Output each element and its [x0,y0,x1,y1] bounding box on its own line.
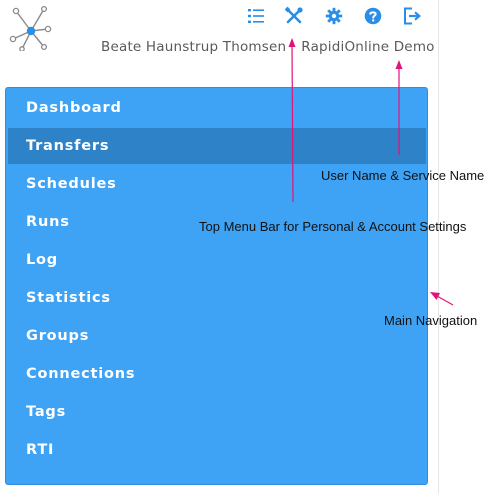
nav-item-transfers[interactable]: Transfers [8,128,426,164]
nav-item-dashboard[interactable]: Dashboard [8,90,426,126]
list-icon[interactable] [245,5,267,27]
main-nav-arrow [436,295,454,306]
app-logo-icon [9,5,52,51]
tools-icon[interactable] [283,5,305,27]
page-divider [438,0,439,494]
nav-item-log[interactable]: Log [8,242,426,278]
annotation-main-nav: Main Navigation [384,313,478,328]
logout-icon[interactable] [401,5,423,27]
user-name[interactable]: Beate Haunstrup Thomsen [101,39,286,55]
main-navigation: Dashboard Transfers Schedules Runs Log S… [5,87,428,485]
annotation-user-service: User Name & Service Name [321,168,485,183]
nav-item-connections[interactable]: Connections [8,356,426,392]
nav-item-statistics[interactable]: Statistics [8,280,426,316]
gear-icon[interactable] [323,5,345,27]
user-service-line: Beate Haunstrup Thomsen RapidiOnline Demo [101,39,435,55]
annotation-top-menu: Top Menu Bar for Personal & Account Sett… [199,219,467,234]
nav-item-rti[interactable]: RTI [8,432,426,468]
help-icon[interactable] [362,5,384,27]
nav-item-groups[interactable]: Groups [8,318,426,354]
service-name[interactable]: RapidiOnline Demo [301,39,434,55]
nav-item-tags[interactable]: Tags [8,394,426,430]
